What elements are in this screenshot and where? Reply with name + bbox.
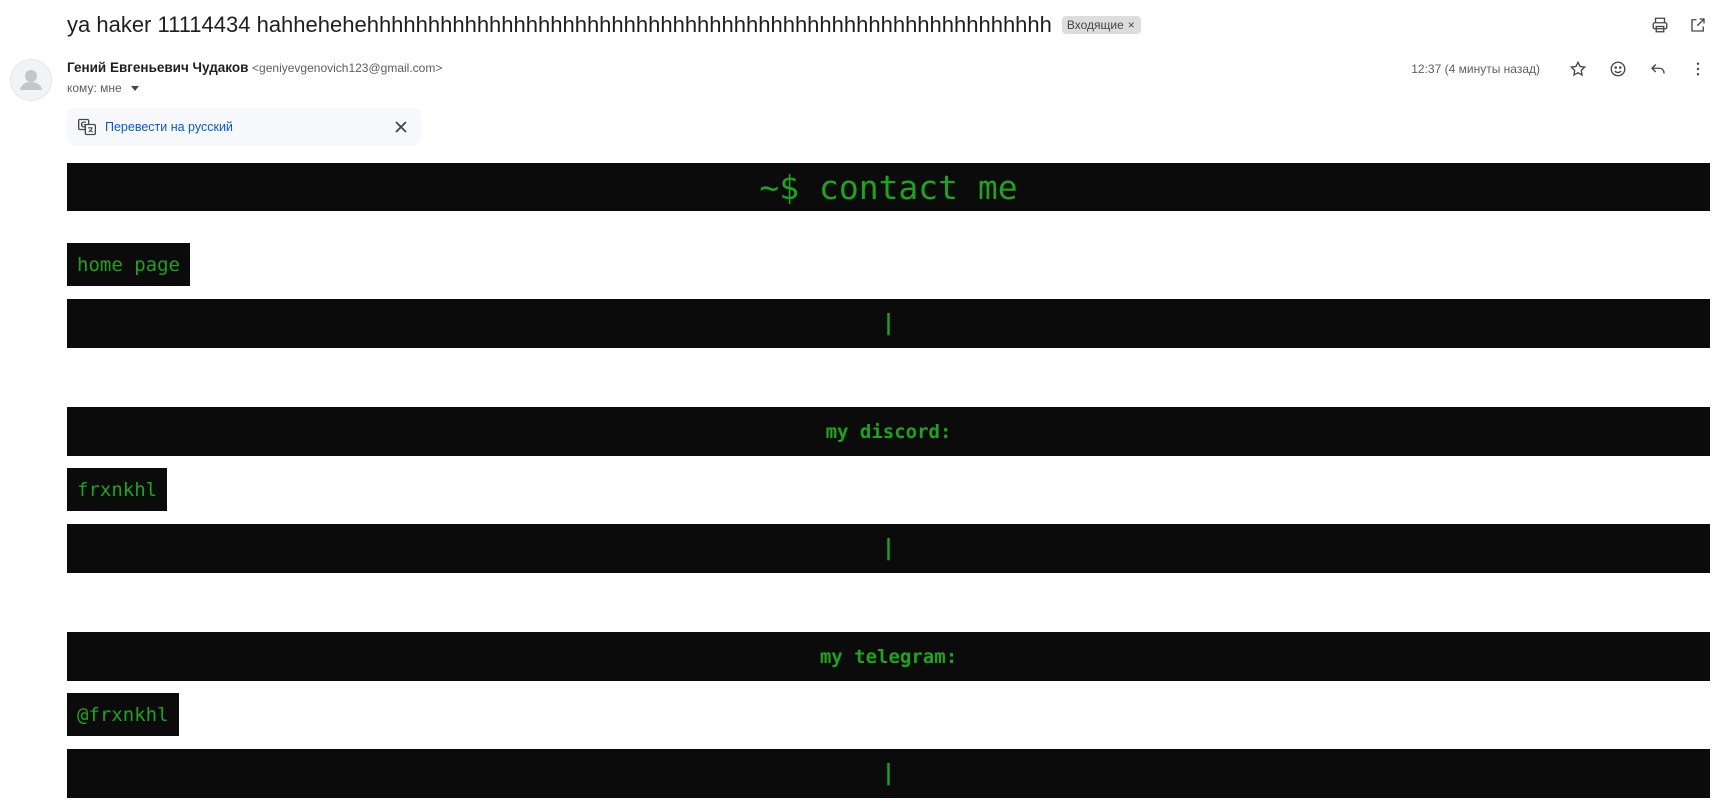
discord-value: frxnkhl	[77, 478, 158, 501]
inbox-label-text: Входящие	[1066, 18, 1124, 32]
contact-title-bar: ~$ contact me	[67, 163, 1710, 211]
default-avatar-icon	[20, 70, 42, 90]
subject-row: ya haker 11114434 hahhehehehhhhhhhhhhhhh…	[67, 8, 1141, 42]
separator-text: |	[881, 761, 896, 786]
separator-bar: |	[67, 524, 1710, 573]
home-page-label: home page	[77, 253, 180, 276]
top-actions	[1646, 12, 1712, 38]
separator-bar: |	[67, 749, 1710, 798]
close-icon[interactable]	[391, 117, 411, 137]
translate-icon: G	[78, 118, 96, 136]
recipient-details-toggle[interactable]: кому: мне	[67, 81, 139, 95]
open-in-new-window-icon[interactable]	[1684, 12, 1712, 38]
home-page-link[interactable]: home page	[67, 243, 190, 286]
timestamp: 12:37 (4 минуты назад)	[1411, 62, 1540, 76]
sender-info: Гений Евгеньевич Чудаков <geniyevgenovic…	[67, 60, 442, 75]
chevron-down-icon[interactable]	[130, 85, 139, 91]
discord-value-chip[interactable]: frxnkhl	[67, 468, 168, 511]
inbox-label-chip[interactable]: Входящие ×	[1061, 16, 1141, 34]
recipient-text: кому: мне	[67, 81, 122, 95]
telegram-heading-bar: my telegram:	[67, 632, 1710, 681]
translate-link[interactable]: Перевести на русский	[105, 120, 233, 134]
telegram-value: @frxnkhl	[77, 703, 169, 726]
avatar[interactable]	[10, 59, 52, 101]
separator-bar: |	[67, 299, 1710, 348]
separator-text: |	[881, 311, 896, 336]
remove-label-button[interactable]: ×	[1128, 18, 1135, 32]
email-subject: ya haker 11114434 hahhehehehhhhhhhhhhhhh…	[67, 12, 1052, 37]
sender-email: <geniyevgenovich123@gmail.com>	[252, 61, 443, 75]
sender-name[interactable]: Гений Евгеньевич Чудаков	[67, 60, 248, 75]
emoji-icon[interactable]	[1604, 56, 1632, 82]
message-meta: 12:37 (4 минуты назад)	[1411, 56, 1712, 82]
telegram-heading: my telegram:	[819, 645, 958, 668]
discord-heading: my discord:	[825, 420, 952, 443]
contact-title: ~$ contact me	[759, 167, 1018, 207]
star-icon[interactable]	[1564, 56, 1592, 82]
separator-text: |	[881, 536, 896, 561]
translate-bar: G Перевести на русский	[67, 108, 421, 146]
telegram-value-chip[interactable]: @frxnkhl	[67, 693, 179, 736]
more-vert-icon[interactable]	[1684, 56, 1712, 82]
discord-heading-bar: my discord:	[67, 407, 1710, 456]
reply-icon[interactable]	[1644, 56, 1672, 82]
print-icon[interactable]	[1646, 12, 1674, 38]
